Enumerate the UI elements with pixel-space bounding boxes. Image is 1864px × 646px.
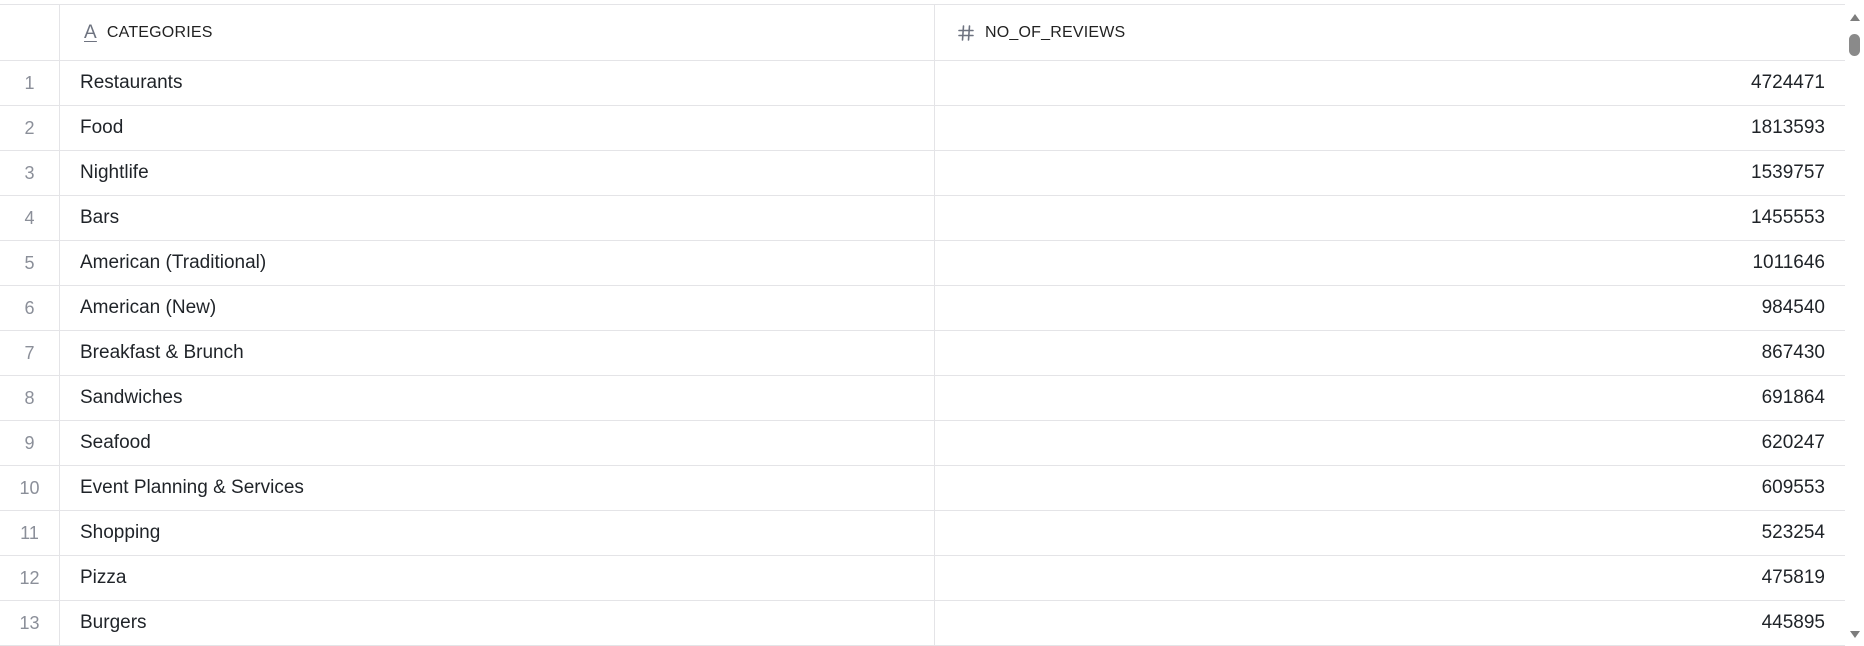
- table-row[interactable]: 7 Breakfast & Brunch 867430: [0, 331, 1845, 376]
- row-index: 10: [0, 466, 60, 510]
- cell-no-of-reviews[interactable]: 691864: [935, 376, 1845, 420]
- cell-category[interactable]: Nightlife: [60, 151, 935, 195]
- table-row[interactable]: 5 American (Traditional) 1011646: [0, 241, 1845, 286]
- table-row[interactable]: 12 Pizza 475819: [0, 556, 1845, 601]
- table-row[interactable]: 10 Event Planning & Services 609553: [0, 466, 1845, 511]
- row-index-header: [0, 5, 60, 60]
- column-header-label: NO_OF_REVIEWS: [985, 23, 1126, 41]
- number-type-icon: [957, 24, 975, 42]
- row-index: 12: [0, 556, 60, 600]
- row-index: 7: [0, 331, 60, 375]
- row-index: 5: [0, 241, 60, 285]
- table-row[interactable]: 8 Sandwiches 691864: [0, 376, 1845, 421]
- column-header-label: CATEGORIES: [106, 23, 213, 41]
- table-row[interactable]: 6 American (New) 984540: [0, 286, 1845, 331]
- table-row[interactable]: 4 Bars 1455553: [0, 196, 1845, 241]
- cell-category[interactable]: Restaurants: [60, 61, 935, 105]
- table-row[interactable]: 11 Shopping 523254: [0, 511, 1845, 556]
- cell-category[interactable]: Seafood: [60, 421, 935, 465]
- cell-category[interactable]: American (New): [60, 286, 935, 330]
- scroll-up-arrow-icon[interactable]: [1850, 14, 1860, 21]
- cell-no-of-reviews[interactable]: 445895: [935, 601, 1845, 645]
- cell-category[interactable]: Burgers: [60, 601, 935, 645]
- column-header-categories[interactable]: A CATEGORIES: [60, 5, 935, 60]
- cell-category[interactable]: Sandwiches: [60, 376, 935, 420]
- table-row[interactable]: 13 Burgers 445895: [0, 601, 1845, 646]
- cell-no-of-reviews[interactable]: 523254: [935, 511, 1845, 555]
- cell-no-of-reviews[interactable]: 984540: [935, 286, 1845, 330]
- cell-no-of-reviews[interactable]: 1539757: [935, 151, 1845, 195]
- table-body: 1 Restaurants 4724471 2 Food 1813593 3 Nightlif…: [0, 61, 1845, 646]
- text-type-icon: A: [84, 22, 97, 43]
- cell-category[interactable]: Event Planning & Services: [60, 466, 935, 510]
- results-table: A CATEGORIES NO_OF_REVIEWS 1 Restaurants…: [0, 4, 1845, 646]
- cell-no-of-reviews[interactable]: 475819: [935, 556, 1845, 600]
- cell-category[interactable]: Shopping: [60, 511, 935, 555]
- row-index: 13: [0, 601, 60, 645]
- table-row[interactable]: 2 Food 1813593: [0, 106, 1845, 151]
- cell-no-of-reviews[interactable]: 4724471: [935, 61, 1845, 105]
- row-index: 2: [0, 106, 60, 150]
- cell-category[interactable]: Food: [60, 106, 935, 150]
- results-grid: A CATEGORIES NO_OF_REVIEWS 1 Restaurants…: [0, 0, 1864, 646]
- cell-category[interactable]: Breakfast & Brunch: [60, 331, 935, 375]
- table-row[interactable]: 1 Restaurants 4724471: [0, 61, 1845, 106]
- cell-no-of-reviews[interactable]: 1455553: [935, 196, 1845, 240]
- table-row[interactable]: 3 Nightlife 1539757: [0, 151, 1845, 196]
- cell-category[interactable]: American (Traditional): [60, 241, 935, 285]
- cell-no-of-reviews[interactable]: 609553: [935, 466, 1845, 510]
- cell-no-of-reviews[interactable]: 1011646: [935, 241, 1845, 285]
- row-index: 3: [0, 151, 60, 195]
- row-index: 11: [0, 511, 60, 555]
- row-index: 9: [0, 421, 60, 465]
- cell-no-of-reviews[interactable]: 620247: [935, 421, 1845, 465]
- row-index: 6: [0, 286, 60, 330]
- scrollbar-thumb[interactable]: [1849, 34, 1860, 56]
- scroll-down-arrow-icon[interactable]: [1850, 631, 1860, 638]
- cell-no-of-reviews[interactable]: 867430: [935, 331, 1845, 375]
- cell-category[interactable]: Bars: [60, 196, 935, 240]
- column-header-no-of-reviews[interactable]: NO_OF_REVIEWS: [935, 5, 1845, 60]
- vertical-scrollbar[interactable]: [1845, 4, 1864, 646]
- table-row[interactable]: 9 Seafood 620247: [0, 421, 1845, 466]
- cell-category[interactable]: Pizza: [60, 556, 935, 600]
- row-index: 8: [0, 376, 60, 420]
- table-header-row: A CATEGORIES NO_OF_REVIEWS: [0, 5, 1845, 61]
- row-index: 4: [0, 196, 60, 240]
- cell-no-of-reviews[interactable]: 1813593: [935, 106, 1845, 150]
- row-index: 1: [0, 61, 60, 105]
